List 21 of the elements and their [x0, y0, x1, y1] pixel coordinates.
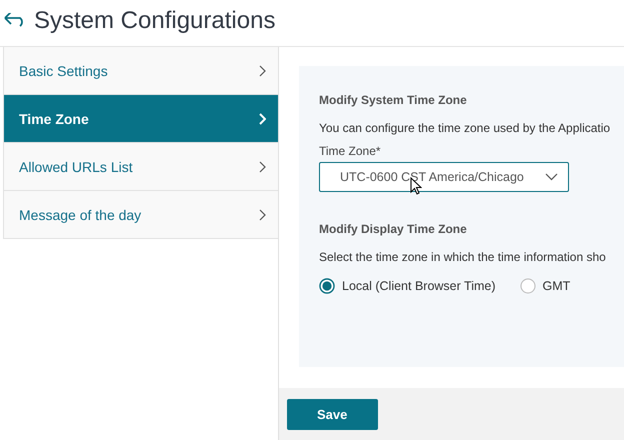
- sidebar-item[interactable]: Message of the day: [3, 191, 278, 239]
- description-text: Select the time zone in which the time information sho: [319, 250, 607, 264]
- radio-button[interactable]: [520, 278, 536, 294]
- chevron-right-icon: [259, 112, 266, 124]
- back-arrow-icon[interactable]: [4, 13, 26, 29]
- chevron-right-icon: [259, 208, 266, 220]
- page-title: System Configurations: [34, 7, 276, 35]
- section-heading: Modify System Time Zone: [319, 93, 468, 107]
- field-label: Time Zone*: [319, 144, 382, 158]
- radio-button[interactable]: [319, 278, 335, 294]
- chevron-right-icon: [259, 64, 266, 76]
- save-button[interactable]: Save: [287, 398, 378, 430]
- description-text: You can configure the time zone used by the Applicatio: [319, 121, 612, 135]
- sidebar-item[interactable]: Basic Settings: [3, 47, 278, 95]
- chevron-right-icon: [259, 160, 266, 172]
- radio-label[interactable]: Local (Client Browser Time): [342, 279, 496, 293]
- sidebar-item[interactable]: Time Zone: [3, 95, 278, 143]
- sidebar-item[interactable]: Allowed URLs List: [3, 143, 278, 191]
- section-heading: Modify Display Time Zone: [319, 222, 468, 236]
- chevron-down-icon: [545, 173, 558, 181]
- radio-label[interactable]: GMT: [542, 279, 570, 293]
